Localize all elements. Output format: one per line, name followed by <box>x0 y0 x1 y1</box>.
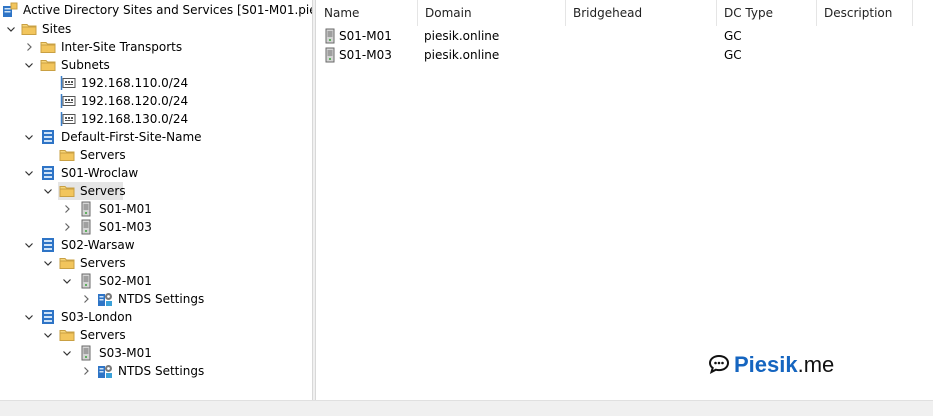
tree-item-label: Servers <box>80 328 126 342</box>
tree-item-label: NTDS Settings <box>118 292 205 306</box>
column-header-name[interactable]: Name <box>317 0 418 26</box>
server-icon <box>78 345 94 361</box>
column-header-dc-type[interactable]: DC Type <box>717 0 817 26</box>
tree-item-label: S03-London <box>61 310 133 324</box>
folder-icon <box>59 183 75 199</box>
folder-icon <box>40 39 56 55</box>
cell-domain: piesik.online <box>424 48 500 62</box>
server-icon <box>78 201 94 217</box>
tree-item-label: Servers <box>80 148 126 162</box>
horizontal-scrollbar[interactable] <box>0 400 933 416</box>
server-icon <box>322 28 338 44</box>
site-icon <box>40 165 56 181</box>
folder-icon <box>59 327 75 343</box>
table-row[interactable]: S01-M01 piesik.online GC <box>317 27 917 45</box>
chevron-down-icon[interactable] <box>23 164 35 182</box>
folder-icon <box>59 255 75 271</box>
chevron-down-icon[interactable] <box>61 272 73 290</box>
server-icon <box>78 273 94 289</box>
pane-splitter[interactable] <box>312 0 316 400</box>
tree-item-label: Servers <box>80 184 126 198</box>
column-header-domain[interactable]: Domain <box>418 0 566 26</box>
subnet-icon <box>60 75 76 91</box>
ntds-settings-icon <box>97 363 113 379</box>
ntds-settings-icon <box>97 291 113 307</box>
tree-item-label: Servers <box>80 256 126 270</box>
tree-item-label: S02-Warsaw <box>61 238 135 252</box>
folder-icon <box>40 57 56 73</box>
chat-bubble-icon <box>708 354 730 377</box>
cell-name: S01-M03 <box>339 48 392 62</box>
console-tree: Active Directory Sites and Services [S01… <box>0 0 312 400</box>
site-icon <box>40 237 56 253</box>
tree-item-label: S01-M03 <box>99 220 152 234</box>
cell-name: S01-M01 <box>339 29 392 43</box>
tree-item-label: 192.168.130.0/24 <box>81 112 189 126</box>
tree-item-label: Sites <box>42 22 72 36</box>
chevron-down-icon[interactable] <box>23 308 35 326</box>
chevron-down-icon[interactable] <box>5 20 17 38</box>
cell-dc-type: GC <box>724 48 742 62</box>
tree-item-label: S02-M01 <box>99 274 152 288</box>
tree-item-label: Active Directory Sites and Services [S01… <box>23 3 312 17</box>
chevron-right-icon[interactable] <box>80 290 92 308</box>
brand-main: Piesik <box>734 352 798 377</box>
site-icon <box>40 309 56 325</box>
subnet-icon <box>60 93 76 109</box>
brand-suffix: .me <box>797 352 835 377</box>
tree-item-label: S03-M01 <box>99 346 152 360</box>
chevron-down-icon[interactable] <box>23 56 35 74</box>
server-icon <box>322 47 338 63</box>
folder-icon <box>59 147 75 163</box>
chevron-down-icon[interactable] <box>42 326 54 344</box>
column-header-bridgehead[interactable]: Bridgehead <box>566 0 717 26</box>
brand-watermark: Piesik.me <box>708 351 834 379</box>
chevron-down-icon[interactable] <box>23 236 35 254</box>
details-list-view: Name Domain Bridgehead DC Type Descripti… <box>317 0 933 400</box>
tree-item-label: S01-M01 <box>99 202 152 216</box>
subnet-icon <box>60 111 76 127</box>
chevron-down-icon[interactable] <box>23 128 35 146</box>
server-icon <box>78 219 94 235</box>
site-icon <box>40 129 56 145</box>
tree-item-label: S01-Wroclaw <box>61 166 139 180</box>
chevron-down-icon[interactable] <box>42 254 54 272</box>
folder-icon <box>21 21 37 37</box>
chevron-right-icon[interactable] <box>23 38 35 56</box>
brand-text: Piesik.me <box>734 352 834 378</box>
cell-dc-type: GC <box>724 29 742 43</box>
chevron-down-icon[interactable] <box>61 344 73 362</box>
column-header-description[interactable]: Description <box>817 0 913 26</box>
tree-item-label: Subnets <box>61 58 110 72</box>
tree-item-label: 192.168.110.0/24 <box>81 76 189 90</box>
cell-domain: piesik.online <box>424 29 500 43</box>
chevron-down-icon[interactable] <box>42 182 54 200</box>
tree-item-label: NTDS Settings <box>118 364 205 378</box>
app-icon <box>2 2 18 18</box>
chevron-right-icon[interactable] <box>61 218 73 236</box>
tree-item-label: Default-First-Site-Name <box>61 130 202 144</box>
tree-item-label: Inter-Site Transports <box>61 40 183 54</box>
table-row[interactable]: S01-M03 piesik.online GC <box>317 46 917 64</box>
chevron-right-icon[interactable] <box>80 362 92 380</box>
tree-item-label: 192.168.120.0/24 <box>81 94 189 108</box>
chevron-right-icon[interactable] <box>61 200 73 218</box>
